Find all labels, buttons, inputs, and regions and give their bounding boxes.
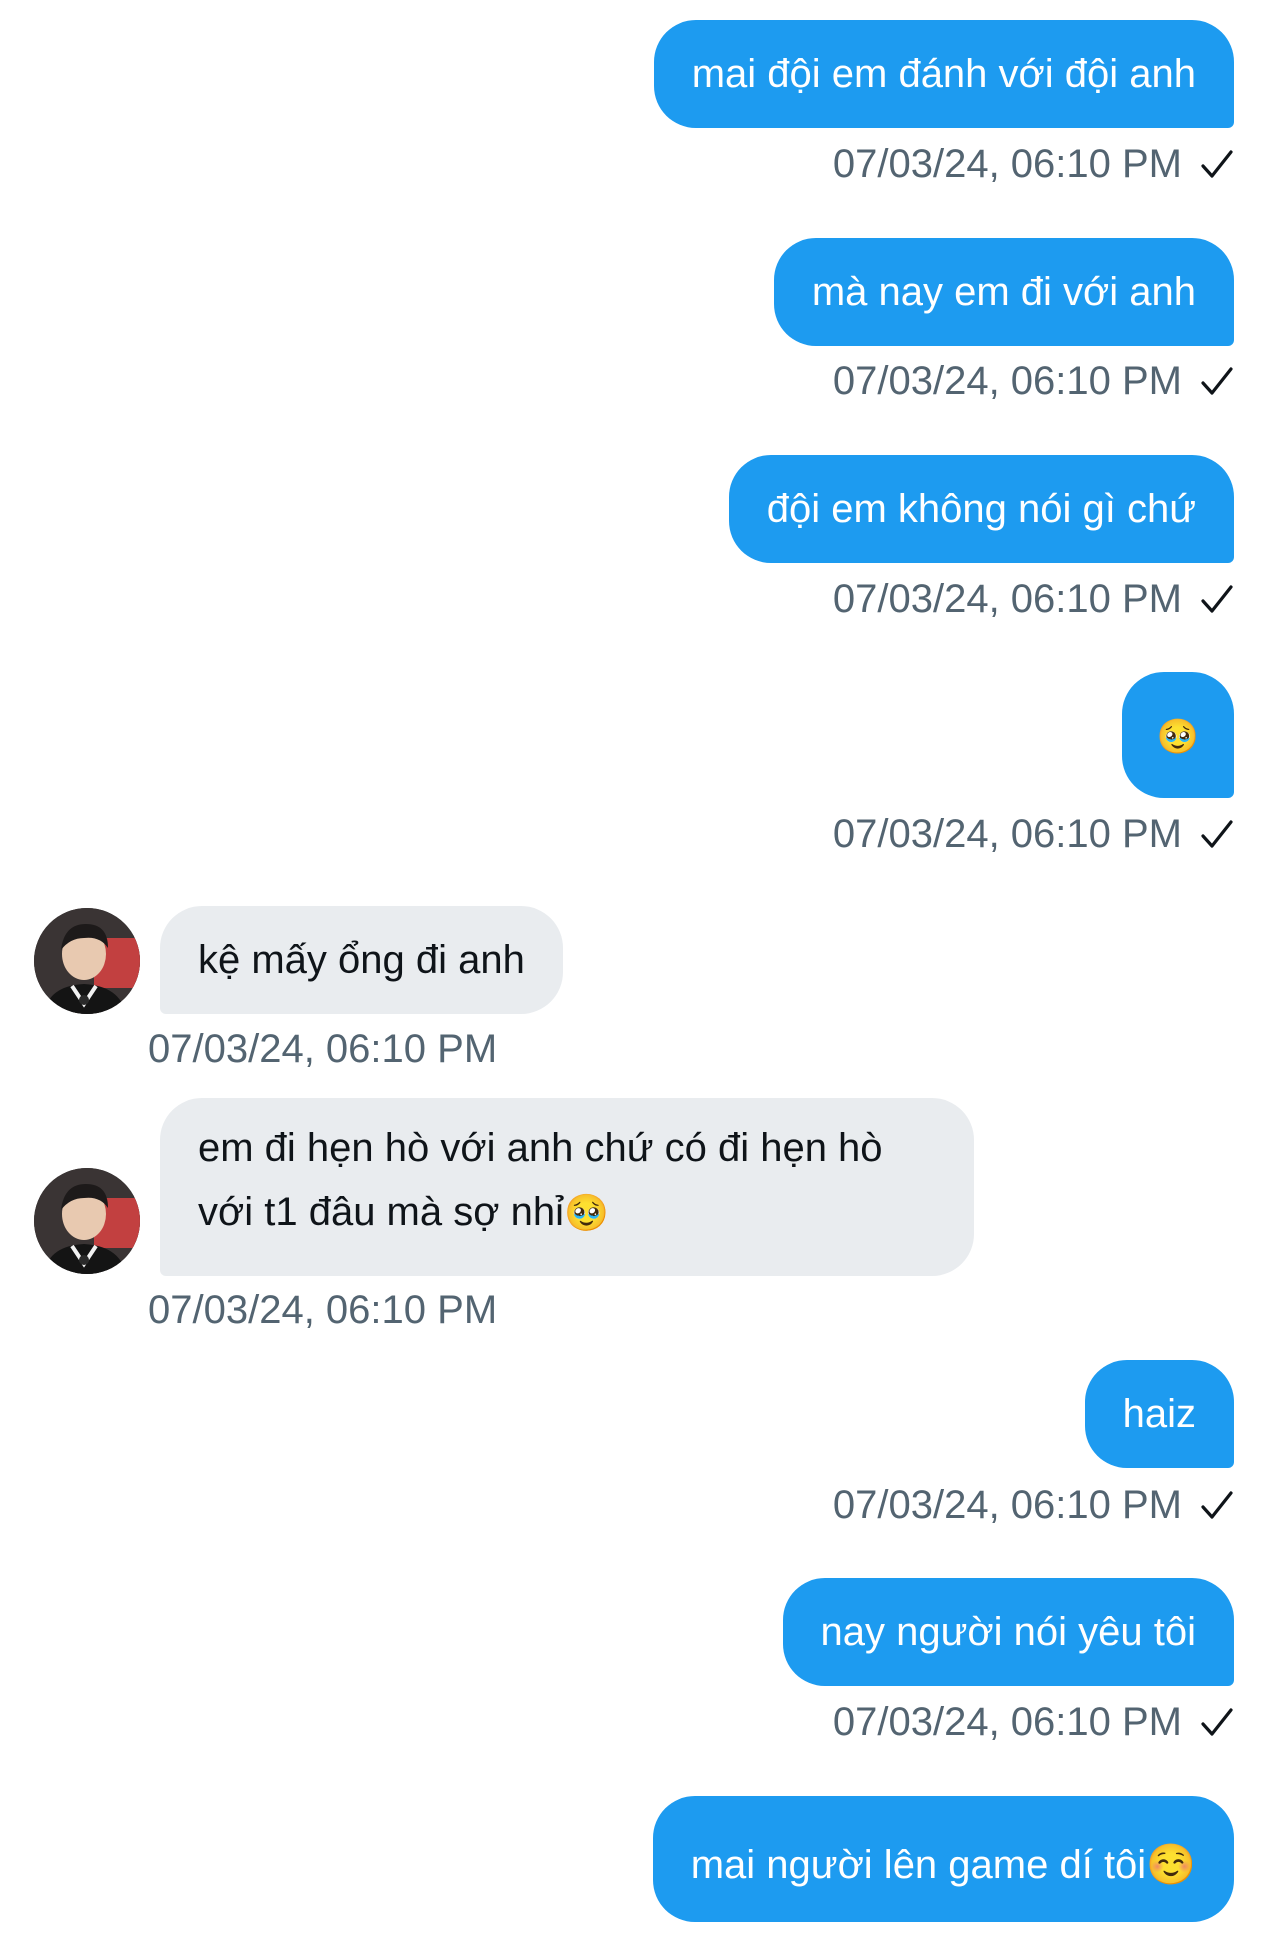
sent-message-bubble[interactable]: mà nay em đi với anh: [773, 238, 1234, 346]
sent-message-bubble[interactable]: mai đội em đánh với đội anh: [653, 20, 1234, 128]
message-emoji: 🥹: [1156, 718, 1200, 756]
message-timestamp: 07/03/24, 06:10 PM: [148, 1288, 498, 1332]
message-text: đội em không nói gì chứ: [766, 487, 1196, 531]
sent-check-icon: [1201, 150, 1233, 178]
message-timestamp: 07/03/24, 06:10 PM: [148, 1027, 498, 1071]
message-text: với t1 đâu mà sợ nhỉ: [198, 1190, 564, 1234]
message-meta: 07/03/24, 06:10 PM: [833, 140, 1234, 188]
message-text: mai đội em đánh với đội anh: [691, 52, 1196, 96]
sent-check-icon: [1201, 1491, 1233, 1519]
sent-message-bubble[interactable]: đội em không nói gì chứ: [728, 455, 1234, 563]
contact-avatar[interactable]: [34, 1168, 140, 1274]
message-timestamp: 07/03/24, 06:10 PM: [832, 577, 1182, 621]
received-message-bubble[interactable]: kệ mấy ổng đi anh: [160, 906, 563, 1014]
message-timestamp: 07/03/24, 06:10 PM: [832, 1483, 1182, 1527]
message-text: haiz: [1122, 1392, 1196, 1436]
message-meta: 07/03/24, 06:10 PM: [833, 810, 1234, 858]
message-meta: 07/03/24, 06:10 PM: [833, 1481, 1234, 1529]
message-timestamp: 07/03/24, 06:10 PM: [832, 1700, 1182, 1744]
sent-message-bubble[interactable]: 🥹: [1122, 672, 1234, 798]
sent-message-bubble[interactable]: nay người nói yêu tôi: [782, 1578, 1234, 1686]
message-emoji: 🥹: [563, 1192, 609, 1233]
message-text: nay người nói yêu tôi: [820, 1610, 1196, 1654]
sent-check-icon: [1201, 367, 1233, 395]
message-text: kệ mấy ổng đi anh: [198, 938, 525, 982]
message-text: mai người lên game dí tôi☺️: [690, 1843, 1196, 1887]
message-text: mà nay em đi với anh: [811, 270, 1196, 314]
message-meta: 07/03/24, 06:10 PM: [833, 575, 1234, 623]
message-timestamp: 07/03/24, 06:10 PM: [832, 359, 1182, 403]
message-timestamp: 07/03/24, 06:10 PM: [832, 812, 1182, 856]
message-meta: 07/03/24, 06:10 PM: [833, 1698, 1234, 1746]
contact-avatar-image: [34, 908, 140, 1014]
sent-check-icon: [1201, 585, 1233, 613]
contact-avatar-image: [34, 1168, 140, 1274]
conversation-thread: mai đội em đánh với đội anh 07/03/24, 06…: [0, 0, 1262, 1922]
received-message-bubble[interactable]: em đi hẹn hò với anh chứ có đi hẹn hò vớ…: [160, 1098, 974, 1276]
message-meta: 07/03/24, 06:10 PM: [833, 357, 1234, 405]
message-text-line: với t1 đâu mà sợ nhỉ🥹: [198, 1180, 936, 1245]
sent-message-bubble[interactable]: haiz: [1084, 1360, 1234, 1468]
sent-check-icon: [1201, 1708, 1233, 1736]
sent-message-bubble[interactable]: mai người lên game dí tôi☺️: [652, 1796, 1234, 1922]
message-text-line: em đi hẹn hò với anh chứ có đi hẹn hò: [198, 1126, 883, 1170]
contact-avatar[interactable]: [34, 908, 140, 1014]
message-timestamp: 07/03/24, 06:10 PM: [832, 142, 1182, 186]
sent-check-icon: [1201, 820, 1233, 848]
